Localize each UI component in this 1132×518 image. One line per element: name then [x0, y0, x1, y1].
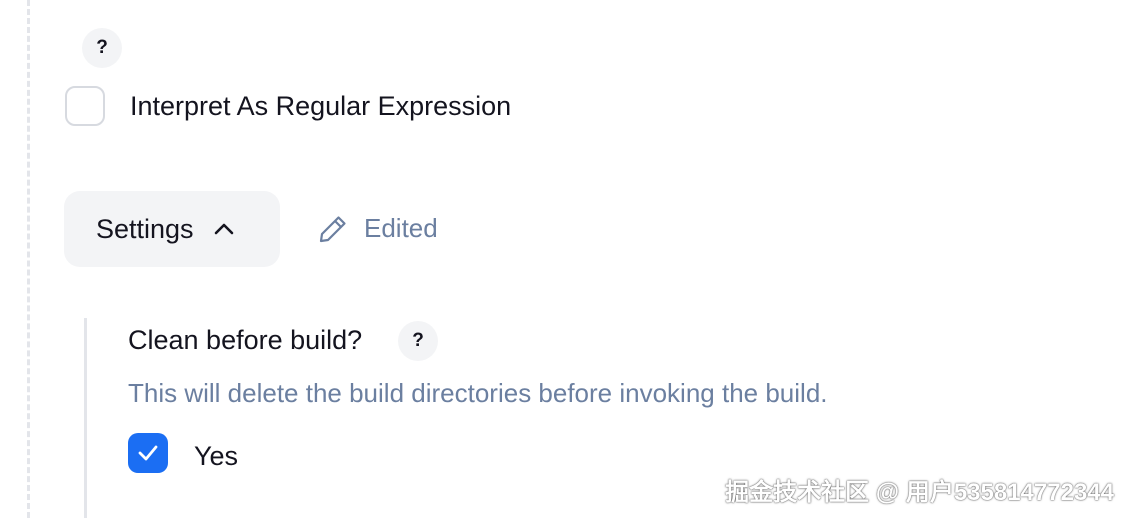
page: ? Interpret As Regular Expression Settin…	[0, 0, 1132, 518]
clean-before-build-checkbox[interactable]	[128, 433, 168, 473]
regex-checkbox[interactable]	[65, 86, 105, 126]
settings-toggle-label: Settings	[96, 213, 194, 244]
clean-before-build-title: Clean before build?	[128, 325, 363, 355]
tree-guide-line	[27, 0, 30, 518]
chevron-up-icon	[214, 222, 234, 236]
clean-before-build-yes-label: Yes	[194, 441, 239, 471]
watermark: 掘金技术社区 @ 用户535814772344	[725, 479, 1114, 506]
regex-help-button[interactable]: ?	[82, 28, 122, 68]
settings-section-rule	[84, 318, 87, 518]
regex-checkbox-label: Interpret As Regular Expression	[130, 91, 512, 121]
edited-status: Edited	[318, 213, 438, 244]
edited-status-label: Edited	[364, 213, 438, 243]
clean-before-build-help-button[interactable]: ?	[398, 321, 438, 361]
settings-toggle-button[interactable]: Settings	[64, 191, 280, 267]
checkmark-icon	[138, 445, 158, 461]
pencil-icon	[318, 214, 348, 244]
clean-before-build-description: This will delete the build directories b…	[128, 378, 828, 408]
